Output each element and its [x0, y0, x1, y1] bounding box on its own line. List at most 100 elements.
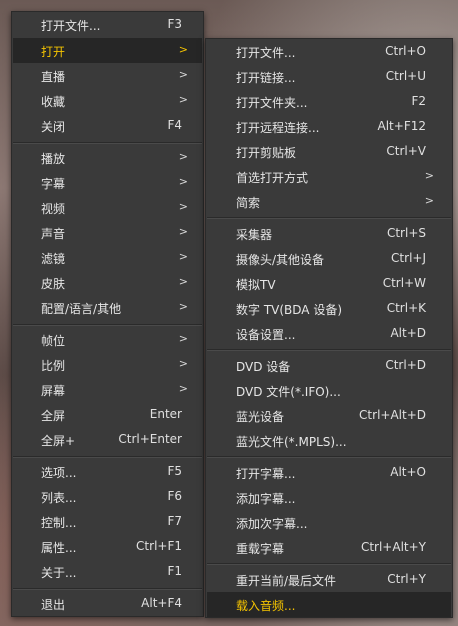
menu-item-label: 选项... — [41, 466, 77, 480]
menu-item-label: 声音 — [41, 227, 66, 241]
menu-item-label: 重开当前/最后文件 — [236, 574, 337, 588]
chevron-right-icon: > — [178, 200, 188, 213]
menu-item-shortcut: Ctrl+Alt+D — [359, 408, 426, 422]
menu-item-skins[interactable]: 皮肤 > — [13, 270, 202, 295]
open-submenu: 打开文件... Ctrl+O 打开链接... Ctrl+U 打开文件夹... F… — [205, 38, 453, 618]
menu-item-shortcut: F2 — [411, 94, 426, 108]
menu-item-shortcut: Alt+O — [390, 465, 426, 479]
menu-item-properties[interactable]: 属性... Ctrl+F1 — [13, 534, 202, 559]
submenu-item-open-remote[interactable]: 打开远程连接... Alt+F12 — [207, 114, 451, 139]
menu-item-close[interactable]: 关闭 F4 — [13, 113, 202, 138]
menu-item-play[interactable]: 播放 > — [13, 145, 202, 170]
menu-item-label: 全屏 — [41, 409, 66, 423]
menu-separator — [207, 349, 451, 351]
chevron-right-icon: > — [424, 169, 434, 182]
menu-item-config-language-other[interactable]: 配置/语言/其他 > — [13, 295, 202, 320]
menu-item-label: 退出 — [41, 598, 66, 612]
submenu-item-open-clipboard[interactable]: 打开剪贴板 Ctrl+V — [207, 139, 451, 164]
menu-item-label: 直播 — [41, 70, 66, 84]
submenu-item-load-audio[interactable]: 载入音频... — [207, 592, 451, 617]
submenu-item-preferred-open[interactable]: 首选打开方式 > — [207, 164, 451, 189]
menu-item-label: 打开文件... — [41, 19, 101, 33]
menu-item-label: 采集器 — [236, 228, 273, 242]
menu-item-screen[interactable]: 屏幕 > — [13, 377, 202, 402]
chevron-right-icon: > — [178, 357, 188, 370]
menu-item-shortcut: Enter — [149, 407, 182, 421]
menu-item-shortcut: Ctrl+W — [382, 276, 426, 290]
menu-item-playlist[interactable]: 列表... F6 — [13, 484, 202, 509]
submenu-item-open-link[interactable]: 打开链接... Ctrl+U — [207, 64, 451, 89]
submenu-item-dvd-device[interactable]: DVD 设备 Ctrl+D — [207, 353, 451, 378]
chevron-right-icon: > — [178, 150, 188, 163]
submenu-item-open-folder[interactable]: 打开文件夹... F2 — [207, 89, 451, 114]
menu-item-label: 打开 — [41, 45, 66, 59]
submenu-item-reload-subtitle[interactable]: 重载字幕 Ctrl+Alt+Y — [207, 535, 451, 560]
menu-item-label: 打开文件... — [236, 46, 296, 60]
menu-item-label: 属性... — [41, 541, 77, 555]
menu-item-open-file[interactable]: 打开文件... F3 — [13, 12, 202, 37]
menu-item-shortcut: F3 — [167, 17, 182, 31]
menu-item-label: 滤镜 — [41, 252, 66, 266]
menu-item-label: DVD 文件(*.IFO)... — [236, 385, 341, 399]
menu-item-label: 打开文件夹... — [236, 96, 308, 110]
submenu-item-reopen-last[interactable]: 重开当前/最后文件 Ctrl+Y — [207, 567, 451, 592]
menu-item-filters[interactable]: 滤镜 > — [13, 245, 202, 270]
menu-item-shortcut: Ctrl+F1 — [136, 539, 182, 553]
submenu-item-simple[interactable]: 简索 > — [207, 189, 451, 214]
menu-item-fullscreen-plus[interactable]: 全屏+ Ctrl+Enter — [13, 427, 202, 452]
menu-item-shortcut: Ctrl+Alt+Y — [360, 540, 426, 554]
chevron-right-icon: > — [424, 194, 434, 207]
menu-item-frame[interactable]: 帧位 > — [13, 327, 202, 352]
submenu-item-camera[interactable]: 摄像头/其他设备 Ctrl+J — [207, 246, 451, 271]
menu-item-label: 配置/语言/其他 — [41, 302, 122, 316]
menu-item-label: 打开远程连接... — [236, 121, 320, 135]
submenu-item-open-file[interactable]: 打开文件... Ctrl+O — [207, 39, 451, 64]
menu-item-shortcut: Ctrl+V — [386, 144, 426, 158]
menu-item-shortcut: Ctrl+S — [386, 226, 426, 240]
submenu-item-bluray-device[interactable]: 蓝光设备 Ctrl+Alt+D — [207, 403, 451, 428]
menu-item-subtitles[interactable]: 字幕 > — [13, 170, 202, 195]
submenu-item-capture[interactable]: 采集器 Ctrl+S — [207, 221, 451, 246]
menu-item-label: 添加次字幕... — [236, 517, 308, 531]
menu-item-open[interactable]: 打开 > — [13, 38, 202, 63]
menu-item-shortcut: Alt+F4 — [141, 596, 182, 610]
menu-item-options[interactable]: 选项... F5 — [13, 459, 202, 484]
menu-separator — [207, 217, 451, 219]
menu-item-shortcut: Ctrl+U — [385, 69, 426, 83]
menu-item-shortcut: F4 — [167, 118, 182, 132]
menu-item-label: 摄像头/其他设备 — [236, 253, 325, 267]
menu-item-label: 蓝光文件(*.MPLS)... — [236, 435, 347, 449]
menu-item-label: 设备设置... — [236, 328, 296, 342]
menu-item-video[interactable]: 视频 > — [13, 195, 202, 220]
menu-item-label: 视频 — [41, 202, 66, 216]
menu-item-fullscreen[interactable]: 全屏 Enter — [13, 402, 202, 427]
menu-item-favorites[interactable]: 收藏 > — [13, 88, 202, 113]
menu-item-label: 全屏+ — [41, 434, 76, 448]
menu-item-label: 蓝光设备 — [236, 410, 285, 424]
submenu-item-bluray-file[interactable]: 蓝光文件(*.MPLS)... — [207, 428, 451, 453]
menu-separator — [13, 588, 202, 590]
menu-item-control[interactable]: 控制... F7 — [13, 509, 202, 534]
submenu-item-digital-tv[interactable]: 数字 TV(BDA 设备) Ctrl+K — [207, 296, 451, 321]
menu-item-live[interactable]: 直播 > — [13, 63, 202, 88]
menu-item-exit[interactable]: 退出 Alt+F4 — [13, 591, 202, 616]
menu-item-label: 皮肤 — [41, 277, 66, 291]
submenu-item-device-settings[interactable]: 设备设置... Alt+D — [207, 321, 451, 346]
submenu-item-dvd-file[interactable]: DVD 文件(*.IFO)... — [207, 378, 451, 403]
submenu-item-add-subtitle[interactable]: 添加字幕... — [207, 485, 451, 510]
menu-item-ratio[interactable]: 比例 > — [13, 352, 202, 377]
submenu-item-open-subtitle[interactable]: 打开字幕... Alt+O — [207, 460, 451, 485]
menu-item-label: 简索 — [236, 196, 261, 210]
menu-item-about[interactable]: 关于... F1 — [13, 559, 202, 584]
menu-item-label: 重载字幕 — [236, 542, 285, 556]
menu-item-shortcut: Ctrl+J — [391, 251, 426, 265]
menu-item-audio[interactable]: 声音 > — [13, 220, 202, 245]
menu-item-label: 打开字幕... — [236, 467, 296, 481]
menu-separator — [207, 456, 451, 458]
menu-item-label: 模拟TV — [236, 278, 276, 292]
submenu-item-analog-tv[interactable]: 模拟TV Ctrl+W — [207, 271, 451, 296]
menu-item-shortcut: Ctrl+Enter — [118, 432, 182, 446]
menu-item-shortcut: Ctrl+K — [386, 301, 426, 315]
submenu-item-add-secondary-subtitle[interactable]: 添加次字幕... — [207, 510, 451, 535]
menu-separator — [13, 142, 202, 144]
